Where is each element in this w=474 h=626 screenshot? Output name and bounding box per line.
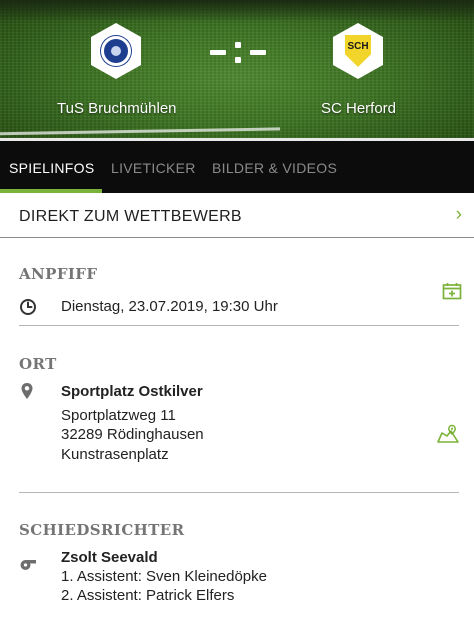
referee-assistant-2: 2. Assistent: Patrick Elfers — [61, 587, 235, 604]
tab-spielinfos[interactable]: SPIELINFOS — [9, 160, 94, 176]
away-team-name[interactable]: SC Herford — [321, 100, 396, 117]
map-icon[interactable] — [436, 424, 460, 449]
venue-heading: ORT — [19, 355, 57, 373]
referees-heading: SCHIEDSRICHTER — [19, 521, 185, 539]
divider — [19, 492, 459, 493]
score-placeholder — [208, 42, 268, 66]
venue-surface: Kunstrasenplatz — [61, 446, 169, 463]
tab-liveticker[interactable]: LIVETICKER — [111, 160, 196, 176]
match-header: SCH TuS Bruchmühlen SC Herford — [0, 0, 474, 141]
clock-icon — [19, 298, 37, 321]
tab-bilder-videos[interactable]: BILDER & VIDEOS — [212, 160, 337, 176]
header-shade — [0, 0, 474, 22]
home-team-name[interactable]: TuS Bruchmühlen — [57, 100, 177, 117]
competition-link-label: DIREKT ZUM WETTBEWERB — [19, 208, 242, 225]
home-team-crest[interactable] — [91, 23, 141, 79]
away-team-crest[interactable]: SCH — [333, 23, 383, 79]
referee-main: Zsolt Seevald — [61, 549, 158, 566]
add-calendar-icon[interactable] — [442, 282, 462, 305]
venue-street: Sportplatzweg 11 — [61, 407, 176, 424]
away-crest-emblem: SCH — [345, 35, 371, 67]
kickoff-heading: ANPFIFF — [19, 265, 98, 283]
kickoff-datetime: Dienstag, 23.07.2019, 19:30 Uhr — [61, 298, 278, 315]
home-crest-emblem — [101, 36, 131, 66]
chevron-right-icon: › — [455, 204, 462, 225]
divider — [19, 325, 459, 326]
whistle-icon — [19, 557, 37, 576]
venue-city: 32289 Rödinghausen — [61, 426, 204, 443]
venue-name: Sportplatz Ostkilver — [61, 383, 203, 400]
competition-link[interactable]: DIREKT ZUM WETTBEWERB › — [0, 193, 474, 238]
referee-assistant-1: 1. Assistent: Sven Kleinedöpke — [61, 568, 267, 585]
tab-bar: SPIELINFOS LIVETICKER BILDER & VIDEOS — [0, 141, 474, 193]
location-pin-icon — [20, 382, 34, 405]
pitch-line — [0, 127, 281, 136]
